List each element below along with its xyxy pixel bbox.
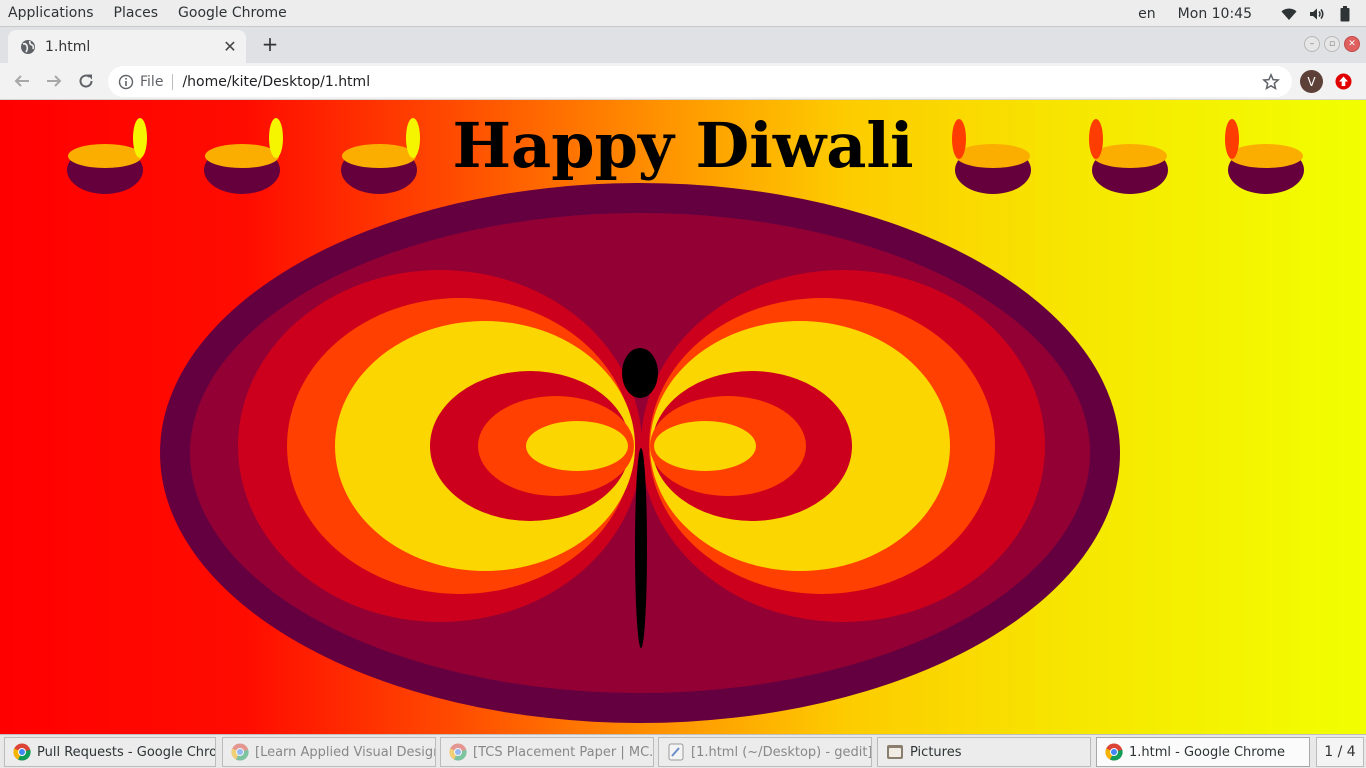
arrow-right-icon: [47, 75, 62, 87]
wifi-icon[interactable]: [1278, 0, 1300, 27]
chrome-icon: [231, 743, 249, 761]
tab-1-html[interactable]: 1.html ✕: [8, 30, 246, 63]
page-title: Happy Diwali: [452, 109, 914, 182]
butterfly-head: [622, 348, 658, 398]
forward-button[interactable]: [42, 69, 66, 93]
minimize-button[interactable]: –: [1304, 36, 1320, 52]
task-label: [1.html (~/Desktop) - gedit]: [691, 744, 872, 760]
window-controls: – ▫ ✕: [1304, 36, 1360, 52]
chrome-icon: [13, 743, 31, 761]
reload-icon: [79, 74, 93, 88]
clock[interactable]: Mon 10:45: [1178, 6, 1252, 22]
address-bar[interactable]: File /home/kite/Desktop/1.html: [108, 66, 1292, 97]
globe-icon: [20, 39, 36, 55]
tab-strip: 1.html ✕ + – ▫ ✕: [0, 27, 1366, 63]
tab-title: 1.html: [45, 38, 91, 55]
reload-button[interactable]: [74, 69, 98, 93]
star-icon[interactable]: [1261, 72, 1281, 91]
task-label: [TCS Placement Paper | MC...: [473, 744, 654, 760]
new-tab-button[interactable]: +: [258, 32, 282, 56]
update-icon[interactable]: [1335, 73, 1352, 90]
workspace-indicator[interactable]: 1 / 4: [1316, 737, 1364, 767]
back-button[interactable]: [10, 69, 34, 93]
butterfly-left-wing: [238, 270, 642, 622]
maximize-button[interactable]: ▫: [1324, 36, 1340, 52]
top-panel: Applications Places Google Chrome en Mon…: [0, 0, 1366, 27]
folder-icon: [886, 743, 904, 761]
close-tab-icon[interactable]: ✕: [222, 37, 238, 56]
butterfly-right-wing: [641, 270, 1045, 622]
info-icon[interactable]: [118, 74, 134, 90]
volume-icon[interactable]: [1306, 0, 1328, 27]
applications-menu[interactable]: Applications: [0, 0, 106, 27]
keyboard-layout-indicator[interactable]: en: [1138, 6, 1156, 22]
task-label: 1.html - Google Chrome: [1129, 744, 1285, 760]
task-tcs-placement-paper[interactable]: [TCS Placement Paper | MC...: [440, 737, 654, 767]
task-gedit[interactable]: [1.html (~/Desktop) - gedit]: [658, 737, 872, 767]
task-learn-applied-visual-design[interactable]: [Learn Applied Visual Design:...: [222, 737, 436, 767]
battery-icon[interactable]: [1334, 0, 1356, 27]
arrow-left-icon: [14, 75, 29, 87]
task-label: Pictures: [910, 744, 962, 760]
app-menu[interactable]: Google Chrome: [170, 0, 299, 27]
browser-toolbar: File /home/kite/Desktop/1.html V: [0, 63, 1366, 100]
chrome-icon: [449, 743, 467, 761]
rangoli-artwork: [67, 118, 1304, 723]
task-1-html-chrome[interactable]: 1.html - Google Chrome: [1096, 737, 1310, 767]
system-tray: en Mon 10:45: [1138, 0, 1366, 27]
url-text[interactable]: /home/kite/Desktop/1.html: [182, 74, 1262, 90]
chrome-icon: [1105, 743, 1123, 761]
task-pictures[interactable]: Pictures: [877, 737, 1091, 767]
profile-avatar[interactable]: V: [1300, 70, 1323, 93]
close-window-button[interactable]: ✕: [1344, 36, 1360, 52]
task-pull-requests[interactable]: Pull Requests - Google Chro...: [4, 737, 216, 767]
gedit-icon: [667, 743, 685, 761]
window-list: Pull Requests - Google Chro... [Learn Ap…: [0, 734, 1366, 768]
butterfly-body: [635, 448, 647, 648]
omnibox-divider: [172, 73, 174, 90]
task-label: [Learn Applied Visual Design:...: [255, 744, 435, 760]
page-content: Happy Diwali: [0, 100, 1366, 734]
places-menu[interactable]: Places: [106, 0, 171, 27]
scheme-chip[interactable]: File: [140, 74, 163, 90]
task-label: Pull Requests - Google Chro...: [37, 744, 216, 760]
